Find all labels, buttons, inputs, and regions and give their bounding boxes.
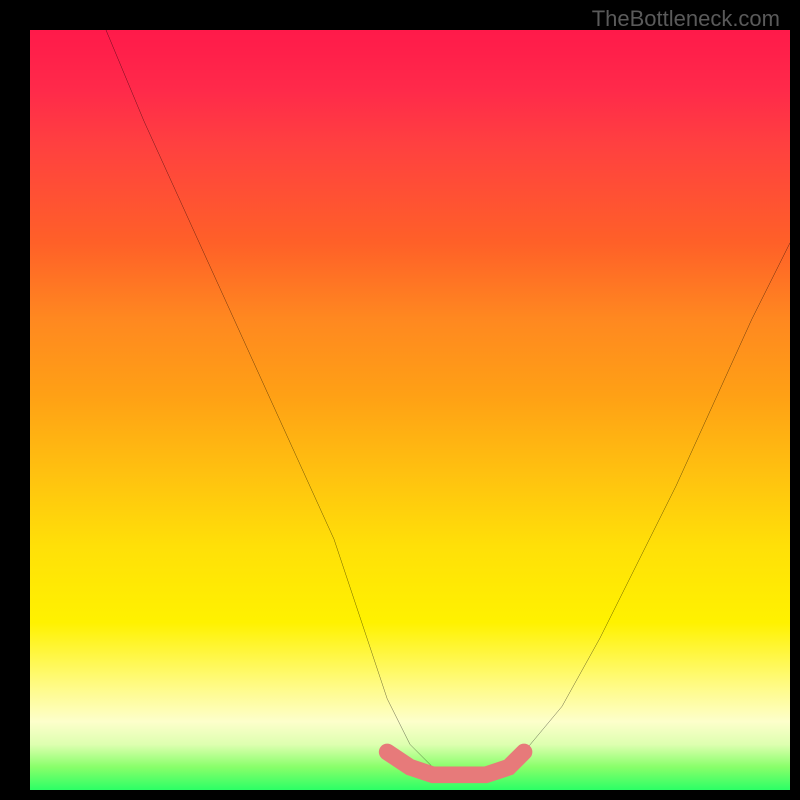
chart-svg	[30, 30, 790, 790]
chart-plot-area	[30, 30, 790, 790]
watermark-text: TheBottleneck.com	[592, 6, 780, 32]
optimal-range-band	[387, 752, 524, 775]
bottleneck-curve	[106, 30, 790, 775]
